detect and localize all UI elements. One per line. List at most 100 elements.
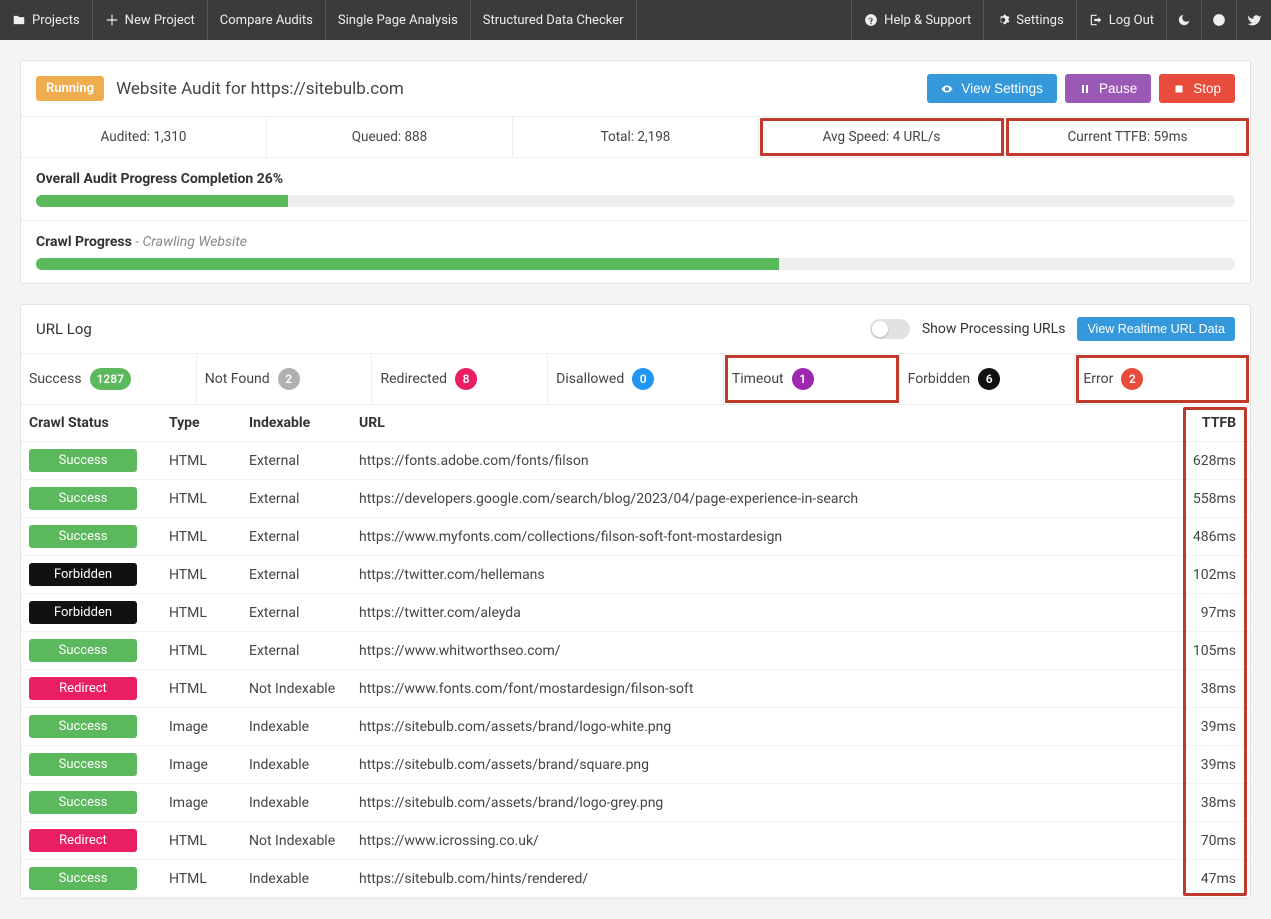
table-row[interactable]: RedirectHTMLNot Indexablehttps://www.fon… xyxy=(21,670,1250,708)
cell-type: HTML xyxy=(161,442,241,480)
tab-disallowed[interactable]: Disallowed0 xyxy=(548,354,724,404)
audit-title: Website Audit for https://sitebulb.com xyxy=(116,79,404,99)
cell-indexable: External xyxy=(241,442,351,480)
cell-type: HTML xyxy=(161,480,241,518)
cell-url: https://www.whitworthseo.com/ xyxy=(351,632,1180,670)
stat-total: Total: 2,198 xyxy=(513,117,759,157)
url-log-tabs: Success1287Not Found2Redirected8Disallow… xyxy=(21,353,1250,405)
tab-not-found[interactable]: Not Found2 xyxy=(197,354,373,404)
cell-ttfb: 97ms xyxy=(1180,594,1250,632)
cell-indexable: Not Indexable xyxy=(241,822,351,860)
moon-icon[interactable] xyxy=(1166,0,1201,40)
col-indexable[interactable]: Indexable xyxy=(241,405,351,442)
stop-button[interactable]: Stop xyxy=(1159,74,1235,103)
nav-log-out[interactable]: Log Out xyxy=(1076,0,1166,40)
cell-ttfb: 47ms xyxy=(1180,860,1250,898)
crawl-status-badge: Success xyxy=(29,715,137,738)
cell-indexable: Not Indexable xyxy=(241,670,351,708)
stop-label: Stop xyxy=(1193,81,1221,96)
cell-url: https://sitebulb.com/hints/rendered/ xyxy=(351,860,1180,898)
cell-ttfb: 70ms xyxy=(1180,822,1250,860)
tab-redirected[interactable]: Redirected8 xyxy=(372,354,548,404)
table-row[interactable]: Success HTMLIndexablehttps://sitebulb.com… xyxy=(21,860,1250,898)
show-processing-label: Show Processing URLs xyxy=(922,321,1066,337)
stat-queued: Queued: 888 xyxy=(267,117,513,157)
cell-type: Image xyxy=(161,746,241,784)
cell-indexable: External xyxy=(241,518,351,556)
pause-icon xyxy=(1079,83,1091,95)
table-row[interactable]: SuccessHTMLExternalhttps://developers.go… xyxy=(21,480,1250,518)
cell-url: https://www.myfonts.com/collections/fils… xyxy=(351,518,1180,556)
crawl-progress-block: Crawl Progress - Crawling Website xyxy=(21,221,1250,283)
crawl-progress-bar xyxy=(36,258,1235,270)
cell-ttfb: 38ms xyxy=(1180,784,1250,822)
pause-button[interactable]: Pause xyxy=(1065,74,1151,103)
crawl-status-badge: Redirect xyxy=(29,829,137,852)
twitter-icon[interactable] xyxy=(1236,0,1271,40)
nav-projects[interactable]: Projects xyxy=(0,0,93,40)
nav-help-support[interactable]: Help & Support xyxy=(851,0,983,40)
tab-success[interactable]: Success1287 xyxy=(21,354,197,404)
show-processing-toggle[interactable] xyxy=(870,319,910,339)
tab-forbidden[interactable]: Forbidden6 xyxy=(900,354,1076,404)
col-ttfb[interactable]: TTFB xyxy=(1180,405,1250,442)
cell-url: https://sitebulb.com/assets/brand/logo-g… xyxy=(351,784,1180,822)
cell-type: HTML xyxy=(161,860,241,898)
smile-icon[interactable] xyxy=(1201,0,1236,40)
crawl-status-badge: Success xyxy=(29,639,137,662)
nav-new-project[interactable]: New Project xyxy=(93,0,208,40)
tab-timeout[interactable]: Timeout1 xyxy=(724,354,900,404)
table-row[interactable]: SuccessImageIndexablehttps://sitebulb.co… xyxy=(21,746,1250,784)
tab-error[interactable]: Error2 xyxy=(1075,354,1250,404)
table-row[interactable]: SuccessHTMLExternalhttps://fonts.adobe.c… xyxy=(21,442,1250,480)
crawl-status-badge: Success xyxy=(29,867,137,890)
table-row[interactable]: SuccessHTMLExternalhttps://www.whitworth… xyxy=(21,632,1250,670)
table-row[interactable]: SuccessImageIndexablehttps://sitebulb.co… xyxy=(21,784,1250,822)
cell-type: Image xyxy=(161,708,241,746)
nav-structured-data-checker[interactable]: Structured Data Checker xyxy=(471,0,637,40)
cell-ttfb: 38ms xyxy=(1180,670,1250,708)
cell-url: https://www.icrossing.co.uk/ xyxy=(351,822,1180,860)
table-row[interactable]: SuccessImageIndexablehttps://sitebulb.co… xyxy=(21,708,1250,746)
crawl-status-badge: Success xyxy=(29,487,137,510)
cell-indexable: External xyxy=(241,556,351,594)
col-url[interactable]: URL xyxy=(351,405,1180,442)
cell-url: https://www.fonts.com/font/mostardesign/… xyxy=(351,670,1180,708)
cell-ttfb: 486ms xyxy=(1180,518,1250,556)
nav-settings[interactable]: Settings xyxy=(983,0,1075,40)
cell-type: HTML xyxy=(161,670,241,708)
table-row[interactable]: SuccessHTMLExternalhttps://www.myfonts.c… xyxy=(21,518,1250,556)
cell-ttfb: 558ms xyxy=(1180,480,1250,518)
crawl-status-badge: Forbidden xyxy=(29,563,137,586)
url-log-panel: URL Log Show Processing URLs View Realti… xyxy=(20,304,1251,899)
audit-panel: Running Website Audit for https://sitebu… xyxy=(20,60,1251,284)
crawl-status-badge: Success xyxy=(29,525,137,548)
view-realtime-button[interactable]: View Realtime URL Data xyxy=(1077,317,1235,341)
nav-compare-audits[interactable]: Compare Audits xyxy=(208,0,326,40)
url-log-title: URL Log xyxy=(36,320,92,338)
cell-indexable: External xyxy=(241,480,351,518)
top-navigation: ProjectsNew ProjectCompare AuditsSingle … xyxy=(0,0,1271,40)
table-row[interactable]: Redirect HTMLNot Indexablehttps://www.icr… xyxy=(21,822,1250,860)
cell-indexable: Indexable xyxy=(241,746,351,784)
crawl-status-badge: Forbidden xyxy=(29,601,137,624)
col-crawl-status[interactable]: Crawl Status xyxy=(21,405,161,442)
cell-url: https://sitebulb.com/assets/brand/logo-w… xyxy=(351,708,1180,746)
cell-ttfb: 628ms xyxy=(1180,442,1250,480)
cell-url: https://sitebulb.com/assets/brand/square… xyxy=(351,746,1180,784)
nav-single-page-analysis[interactable]: Single Page Analysis xyxy=(326,0,471,40)
cell-indexable: External xyxy=(241,594,351,632)
cell-url: https://fonts.adobe.com/fonts/filson xyxy=(351,442,1180,480)
cell-url: https://twitter.com/aleyda xyxy=(351,594,1180,632)
table-row[interactable]: ForbiddenHTMLExternalhttps://twitter.com… xyxy=(21,594,1250,632)
overall-progress-block: Overall Audit Progress Completion 26% xyxy=(21,158,1250,221)
view-realtime-label: View Realtime URL Data xyxy=(1087,322,1225,336)
col-type[interactable]: Type xyxy=(161,405,241,442)
cell-type: HTML xyxy=(161,822,241,860)
cell-indexable: Indexable xyxy=(241,860,351,898)
cell-type: HTML xyxy=(161,556,241,594)
cell-url: https://twitter.com/hellemans xyxy=(351,556,1180,594)
table-row[interactable]: Forbidden HTMLExternalhttps://twitter.com… xyxy=(21,556,1250,594)
url-log-table: Crawl StatusTypeIndexableURLTTFB Success… xyxy=(21,405,1250,898)
view-settings-button[interactable]: View Settings xyxy=(927,74,1057,103)
